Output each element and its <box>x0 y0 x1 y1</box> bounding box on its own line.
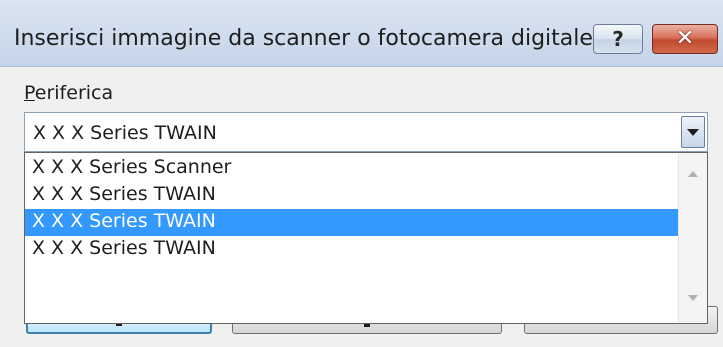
dropdown-arrow-icon[interactable] <box>681 116 705 148</box>
device-label: Periferica <box>24 81 113 105</box>
help-icon: ? <box>612 27 624 51</box>
dropdown-option[interactable]: X X X Series TWAIN <box>25 182 679 209</box>
device-combobox[interactable]: X X X Series TWAIN <box>24 112 708 152</box>
dropdown-scrollbar[interactable] <box>678 153 707 323</box>
help-button[interactable]: ? <box>593 24 643 54</box>
device-label-text: eriferica <box>34 82 114 104</box>
close-icon: ✕ <box>675 26 695 51</box>
dropdown-option[interactable]: X X X Series TWAIN <box>25 209 679 236</box>
device-dropdown-list[interactable]: X X X Series Scanner X X X Series TWAIN … <box>24 152 708 324</box>
device-label-accesskey: P <box>24 82 35 104</box>
dropdown-options: X X X Series Scanner X X X Series TWAIN … <box>25 155 679 263</box>
window-title: Inserisci immagine da scanner o fotocame… <box>14 26 593 51</box>
insert-image-dialog: Inserisci immagine da scanner o fotocame… <box>0 0 723 347</box>
dropdown-option[interactable]: X X X Series TWAIN <box>25 236 679 263</box>
scroll-up-arrow-icon[interactable] <box>688 171 698 177</box>
dropdown-option[interactable]: X X X Series Scanner <box>25 155 679 182</box>
device-selected-value: X X X Series TWAIN <box>33 122 217 144</box>
button-label-fragment <box>364 324 370 327</box>
title-bar[interactable]: Inserisci immagine da scanner o fotocame… <box>0 0 723 67</box>
close-button[interactable]: ✕ <box>652 24 718 54</box>
scroll-down-arrow-icon[interactable] <box>688 295 698 301</box>
